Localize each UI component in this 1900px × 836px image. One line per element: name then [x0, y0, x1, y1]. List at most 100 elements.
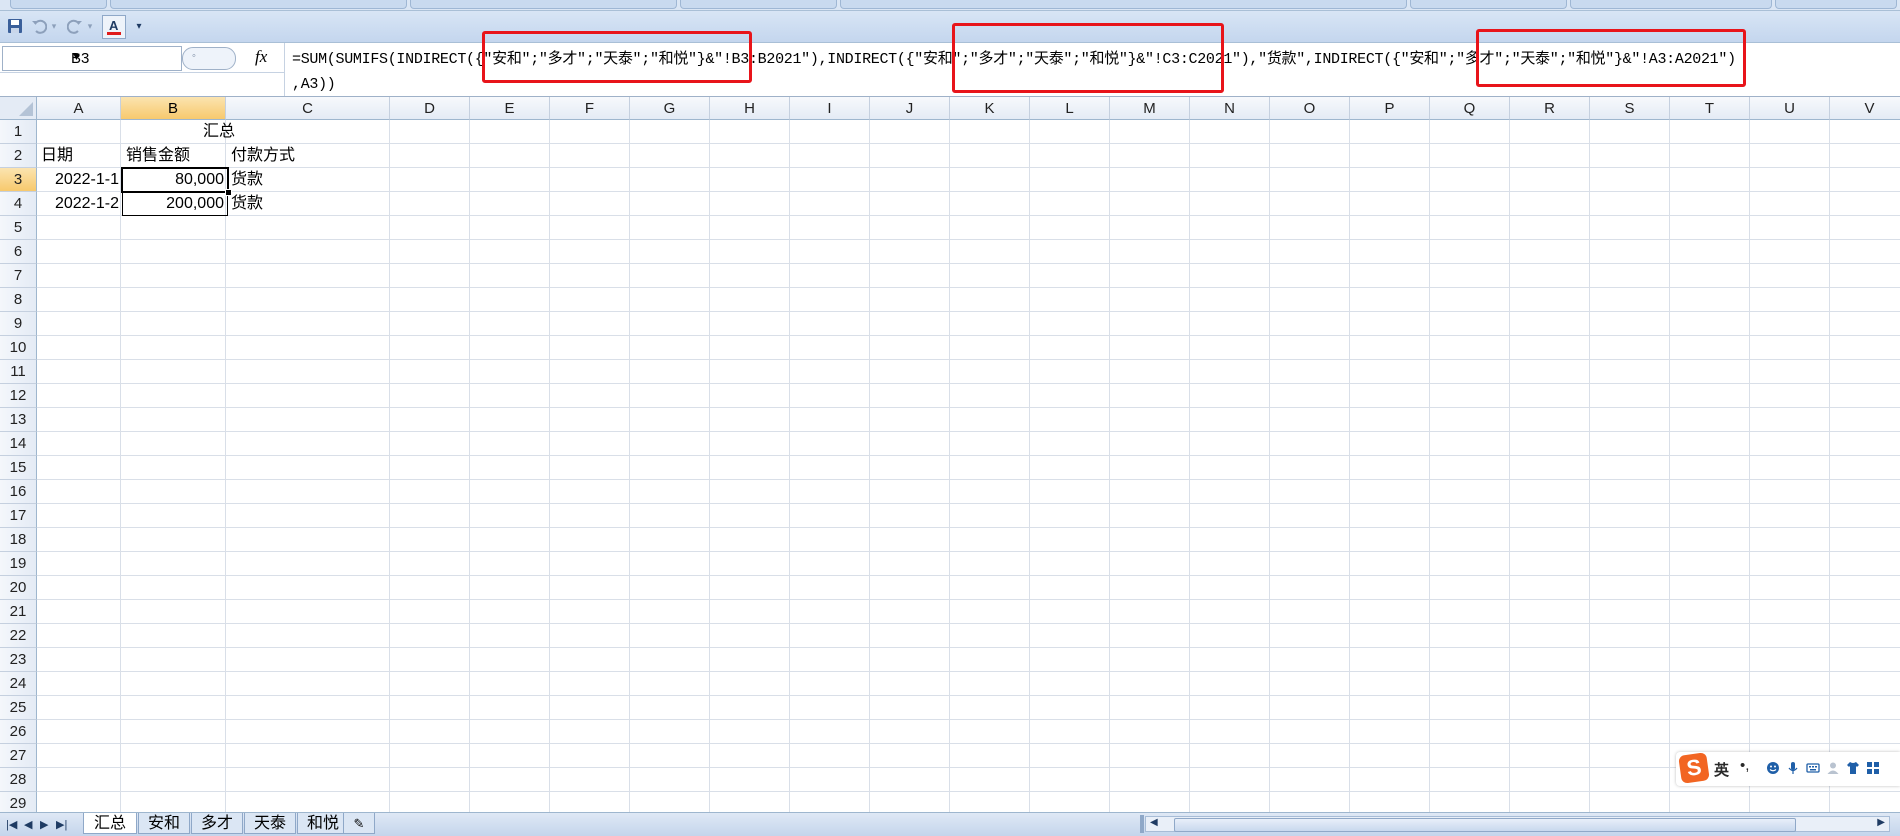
- row-header-21[interactable]: 21: [0, 600, 37, 624]
- row-header-17[interactable]: 17: [0, 504, 37, 528]
- column-header-L[interactable]: L: [1030, 97, 1110, 120]
- cell-C3[interactable]: 货款: [228, 168, 391, 192]
- scroll-thumb[interactable]: [1174, 818, 1796, 832]
- scroll-left-icon[interactable]: ◀: [1150, 817, 1158, 828]
- redo-icon[interactable]: [66, 16, 84, 36]
- row-header-7[interactable]: 7: [0, 264, 37, 288]
- column-header-V[interactable]: V: [1830, 97, 1900, 120]
- formula-bar-expander[interactable]: ◦: [182, 47, 236, 70]
- row-header-6[interactable]: 6: [0, 240, 37, 264]
- ribbon-tab[interactable]: [1410, 0, 1567, 9]
- sheet-tab-2[interactable]: 安和: [138, 813, 190, 834]
- column-header-F[interactable]: F: [550, 97, 630, 120]
- ribbon-tab[interactable]: [110, 0, 407, 9]
- user-icon[interactable]: [1826, 761, 1840, 775]
- ribbon-tab[interactable]: [1775, 0, 1897, 9]
- last-sheet-icon[interactable]: ▶|: [56, 818, 67, 831]
- cell-A4[interactable]: 2022-1-2: [38, 192, 122, 216]
- row-header-29[interactable]: 29: [0, 792, 37, 812]
- first-sheet-icon[interactable]: |◀: [6, 818, 17, 831]
- ribbon-tab[interactable]: [840, 0, 1407, 9]
- scroll-right-icon[interactable]: ▶: [1877, 817, 1885, 828]
- column-header-I[interactable]: I: [790, 97, 870, 120]
- column-header-S[interactable]: S: [1590, 97, 1670, 120]
- row-header-11[interactable]: 11: [0, 360, 37, 384]
- cell-B2[interactable]: 销售金额: [123, 144, 227, 168]
- worksheet-grid[interactable]: ABCDEFGHIJKLMNOPQRSTUV 1 2 3 4 5 6 7 8 9 10 11 12 13…: [0, 97, 1900, 812]
- row-header-22[interactable]: 22: [0, 624, 37, 648]
- column-header-N[interactable]: N: [1190, 97, 1270, 120]
- row-header-20[interactable]: 20: [0, 576, 37, 600]
- ribbon-tab[interactable]: [10, 0, 107, 9]
- row-header-16[interactable]: 16: [0, 480, 37, 504]
- row-header-26[interactable]: 26: [0, 720, 37, 744]
- insert-sheet-tab[interactable]: ✎: [343, 813, 375, 834]
- font-color-icon[interactable]: A: [102, 15, 126, 39]
- ribbon-tab[interactable]: [680, 0, 837, 9]
- cell-A3[interactable]: 2022-1-1: [38, 168, 122, 192]
- cell-C2[interactable]: 付款方式: [228, 144, 391, 168]
- column-header-M[interactable]: M: [1110, 97, 1190, 120]
- emoji-icon[interactable]: [1766, 761, 1780, 775]
- row-header-5[interactable]: 5: [0, 216, 37, 240]
- row-header-12[interactable]: 12: [0, 384, 37, 408]
- column-header-H[interactable]: H: [710, 97, 790, 120]
- horizontal-scrollbar[interactable]: ◀ ▶: [1145, 816, 1890, 832]
- row-header-15[interactable]: 15: [0, 456, 37, 480]
- row-header-18[interactable]: 18: [0, 528, 37, 552]
- fill-handle[interactable]: [225, 189, 232, 196]
- cell-B1[interactable]: 汇总: [122, 120, 348, 144]
- undo-icon[interactable]: [30, 16, 48, 36]
- sogou-logo-icon[interactable]: S: [1678, 752, 1710, 784]
- prev-sheet-icon[interactable]: ◀: [24, 818, 32, 831]
- next-sheet-icon[interactable]: ▶: [40, 818, 48, 831]
- save-icon[interactable]: [6, 16, 24, 36]
- column-header-T[interactable]: T: [1670, 97, 1750, 120]
- column-header-Q[interactable]: Q: [1430, 97, 1510, 120]
- keyboard-icon[interactable]: [1806, 761, 1820, 775]
- column-header-E[interactable]: E: [470, 97, 550, 120]
- column-header-C[interactable]: C: [226, 97, 390, 120]
- sheet-tab-4[interactable]: 天泰: [244, 813, 296, 834]
- chevron-down-icon[interactable]: ▼: [71, 51, 175, 63]
- row-header-13[interactable]: 13: [0, 408, 37, 432]
- column-header-K[interactable]: K: [950, 97, 1030, 120]
- skin-shirt-icon[interactable]: [1846, 761, 1860, 775]
- column-header-O[interactable]: O: [1270, 97, 1350, 120]
- toolbox-grid-icon[interactable]: [1866, 761, 1880, 775]
- row-header-14[interactable]: 14: [0, 432, 37, 456]
- row-header-27[interactable]: 27: [0, 744, 37, 768]
- row-header-28[interactable]: 28: [0, 768, 37, 792]
- row-header-19[interactable]: 19: [0, 552, 37, 576]
- column-header-G[interactable]: G: [630, 97, 710, 120]
- column-header-J[interactable]: J: [870, 97, 950, 120]
- ribbon-tab[interactable]: [1570, 0, 1772, 9]
- cell-A2[interactable]: 日期: [38, 144, 122, 168]
- ime-punctuation[interactable]: •,: [1740, 757, 1749, 774]
- row-header-25[interactable]: 25: [0, 696, 37, 720]
- customize-toolbar-icon[interactable]: ▾: [134, 16, 144, 36]
- cell-C4[interactable]: 货款: [228, 192, 391, 216]
- column-header-P[interactable]: P: [1350, 97, 1430, 120]
- tab-split-handle[interactable]: [1140, 815, 1144, 833]
- row-header-3[interactable]: 3: [0, 168, 37, 192]
- column-header-B[interactable]: B: [121, 97, 226, 120]
- ribbon-tab[interactable]: [410, 0, 677, 9]
- sheet-tab-5[interactable]: 和悦: [297, 813, 349, 834]
- select-all-corner[interactable]: [0, 97, 37, 120]
- column-header-R[interactable]: R: [1510, 97, 1590, 120]
- ime-toolbar[interactable]: S 英 •,: [1676, 752, 1900, 786]
- row-header-2[interactable]: 2: [0, 144, 37, 168]
- column-header-U[interactable]: U: [1750, 97, 1830, 120]
- microphone-icon[interactable]: [1786, 761, 1800, 775]
- row-header-24[interactable]: 24: [0, 672, 37, 696]
- name-box[interactable]: B3 ▼: [2, 46, 182, 71]
- column-header-D[interactable]: D: [390, 97, 470, 120]
- sheet-tab-1[interactable]: 汇总: [83, 813, 137, 834]
- row-header-10[interactable]: 10: [0, 336, 37, 360]
- row-header-4[interactable]: 4: [0, 192, 37, 216]
- row-header-8[interactable]: 8: [0, 288, 37, 312]
- row-header-9[interactable]: 9: [0, 312, 37, 336]
- ime-language[interactable]: 英: [1714, 759, 1729, 780]
- undo-dropdown-icon[interactable]: ▾: [50, 16, 58, 36]
